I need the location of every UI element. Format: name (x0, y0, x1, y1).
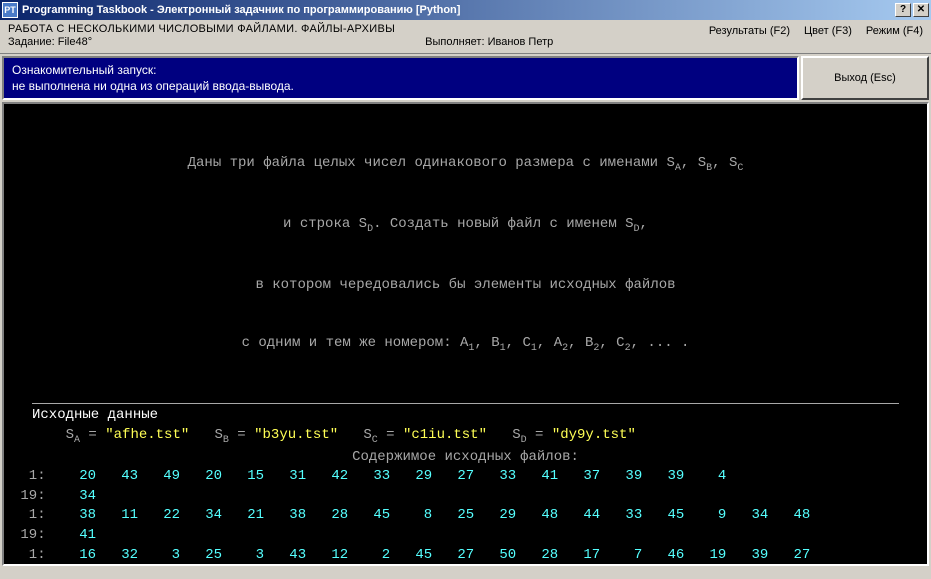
file-names-line: SA = "afhe.tst" SB = "b3yu.tst" SC = "c1… (12, 426, 919, 448)
menu-mode[interactable]: Режим (F4) (866, 25, 923, 37)
exit-button-label: Выход (Esc) (834, 72, 896, 84)
data-row: 1: 16 32 3 25 3 43 12 2 45 27 50 28 17 7… (12, 546, 919, 566)
data-row: 19: 34 (12, 487, 919, 507)
data-row: 19: 41 (12, 526, 919, 546)
console-area: Даны три файла целых чисел одинакового р… (2, 102, 929, 566)
performer-label: Выполняет: (425, 36, 484, 48)
status-line2: не выполнена ни одна из операций ввода-в… (12, 78, 789, 94)
header-panel: РАБОТА С НЕСКОЛЬКИМИ ЧИСЛОВЫМИ ФАЙЛАМИ. … (0, 20, 931, 54)
data-row: 19: 21 (12, 565, 919, 566)
input-content-label: Содержимое исходных файлов: (12, 448, 919, 468)
status-message: Ознакомительный запуск: не выполнена ни … (2, 56, 799, 100)
performer-value: Иванов Петр (488, 36, 554, 48)
problem-text: Даны три файла целых чисел одинакового р… (12, 114, 919, 395)
titlebar: PT Programming Taskbook - Электронный за… (0, 0, 931, 20)
window-title: Programming Taskbook - Электронный задач… (22, 4, 895, 16)
task-line: Задание: File48° (8, 36, 395, 48)
app-icon: PT (2, 2, 18, 18)
menu-results[interactable]: Результаты (F2) (709, 25, 790, 37)
task-value: File48° (58, 36, 92, 48)
exit-button[interactable]: Выход (Esc) (801, 56, 929, 100)
input-data-rows: 1: 20 43 49 20 15 31 42 33 29 27 33 41 3… (12, 467, 919, 566)
performer: Выполняет: Иванов Петр (395, 23, 709, 48)
data-row: 1: 38 11 22 34 21 38 28 45 8 25 29 48 44… (12, 506, 919, 526)
help-button[interactable]: ? (895, 3, 911, 17)
status-line1: Ознакомительный запуск: (12, 62, 789, 78)
input-section-header: Исходные данные (32, 403, 899, 426)
close-button[interactable]: ✕ (913, 3, 929, 17)
category-label: РАБОТА С НЕСКОЛЬКИМИ ЧИСЛОВЫМИ ФАЙЛАМИ. … (8, 23, 395, 35)
task-label: Задание: (8, 36, 55, 48)
menu-color[interactable]: Цвет (F3) (804, 25, 852, 37)
data-row: 1: 20 43 49 20 15 31 42 33 29 27 33 41 3… (12, 467, 919, 487)
